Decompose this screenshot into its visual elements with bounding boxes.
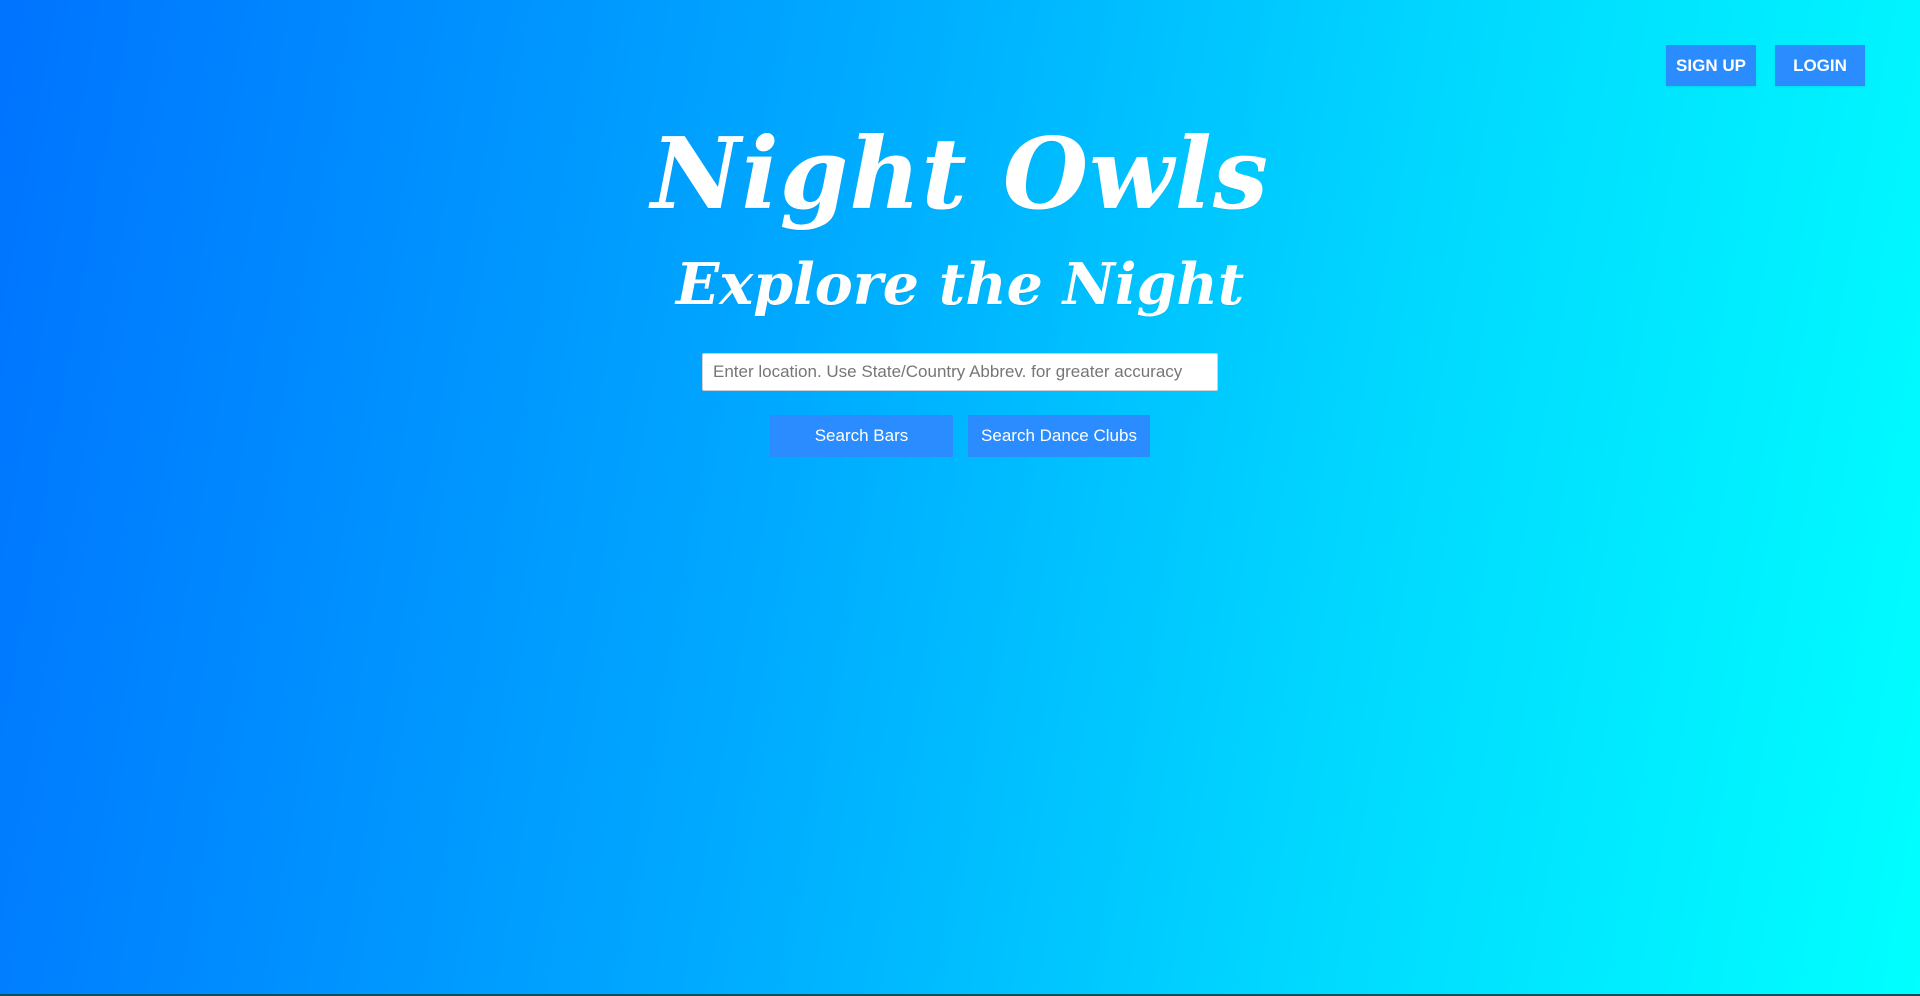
page-title: Night Owls (650, 117, 1270, 232)
page-subtitle: Explore the Night (675, 251, 1245, 318)
search-bars-button[interactable]: Search Bars (770, 415, 953, 457)
login-button[interactable]: LOGIN (1775, 45, 1865, 86)
location-search-input[interactable] (702, 353, 1218, 391)
signup-button[interactable]: SIGN UP (1666, 45, 1756, 86)
search-dance-clubs-button[interactable]: Search Dance Clubs (968, 415, 1150, 457)
